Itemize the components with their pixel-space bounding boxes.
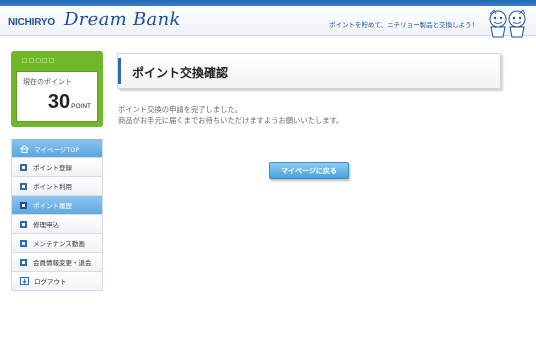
bullet-icon bbox=[20, 220, 27, 228]
points-number: 30 bbox=[47, 91, 71, 113]
back-to-mypage-button[interactable]: マイページに戻る bbox=[269, 162, 349, 179]
logo-script[interactable]: Dream Bank bbox=[64, 9, 181, 30]
page-title-box: ポイント交換確認 bbox=[117, 53, 501, 89]
points-card: 現在のポイント 30POINT bbox=[16, 71, 98, 122]
bullet-icon bbox=[20, 163, 27, 171]
sidebar-item-label: ポイント利用 bbox=[33, 183, 72, 191]
sidebar-item-point-use[interactable]: ポイント利用 bbox=[11, 177, 103, 196]
sidebar-item-member-info[interactable]: 会員情報変更・退会 bbox=[11, 253, 103, 272]
mascot-icon bbox=[489, 9, 526, 38]
bullet-icon bbox=[20, 201, 27, 209]
sidebar-item-maintenance-video[interactable]: メンテナンス動画 bbox=[11, 234, 103, 253]
bullet-icon bbox=[20, 182, 27, 190]
confirmation-message: ポイント交換の申請を完了しました。 商品がお手元に届くまでお待ちいただけますよう… bbox=[118, 104, 343, 126]
sidebar-item-label: マイページTOP bbox=[34, 145, 80, 154]
home-icon bbox=[20, 144, 29, 153]
sidebar-nav: マイページTOP ポイント登録 ポイント利用 ポイント履歴 修理申込 メンテナン… bbox=[11, 139, 103, 291]
sidebar-item-label: ポイント履歴 bbox=[33, 202, 72, 210]
message-line-1: ポイント交換の申請を完了しました。 bbox=[118, 105, 243, 114]
bullet-icon bbox=[20, 258, 27, 266]
sidebar-item-label: メンテナンス動画 bbox=[33, 240, 85, 248]
logo-brand[interactable]: NICHIRYO bbox=[8, 17, 55, 28]
bullet-icon bbox=[20, 239, 27, 247]
logout-icon bbox=[20, 277, 29, 285]
message-line-2: 商品がお手元に届くまでお待ちいただけますようお願いいたします。 bbox=[118, 116, 344, 125]
points-value: 30POINT bbox=[48, 91, 91, 114]
points-panel: □□□□□ 現在のポイント 30POINT bbox=[11, 51, 103, 127]
sidebar-item-mypage-top[interactable]: マイページTOP bbox=[11, 139, 103, 158]
title-accent-bar bbox=[118, 58, 121, 84]
sidebar-item-label: ポイント登録 bbox=[33, 164, 72, 172]
header-tagline: ポイントを貯めて、ニチリョー製品と交換しよう！ bbox=[329, 21, 479, 29]
sidebar-item-logout[interactable]: ログアウト bbox=[11, 272, 103, 291]
points-panel-header: □□□□□ bbox=[22, 57, 56, 64]
page-title: ポイント交換確認 bbox=[132, 66, 229, 80]
sidebar-item-label: 修理申込 bbox=[33, 221, 59, 229]
sidebar-item-label: ログアウト bbox=[34, 278, 67, 286]
site-header: NICHIRYO Dream Bank ポイントを貯めて、ニチリョー製品と交換し… bbox=[0, 6, 536, 38]
sidebar-item-point-register[interactable]: ポイント登録 bbox=[11, 158, 103, 177]
points-unit: POINT bbox=[71, 103, 91, 110]
points-label: 現在のポイント bbox=[23, 78, 72, 86]
sidebar-item-repair-request[interactable]: 修理申込 bbox=[11, 215, 103, 234]
sidebar-item-label: 会員情報変更・退会 bbox=[33, 259, 92, 267]
sidebar-item-point-history[interactable]: ポイント履歴 bbox=[11, 196, 103, 215]
